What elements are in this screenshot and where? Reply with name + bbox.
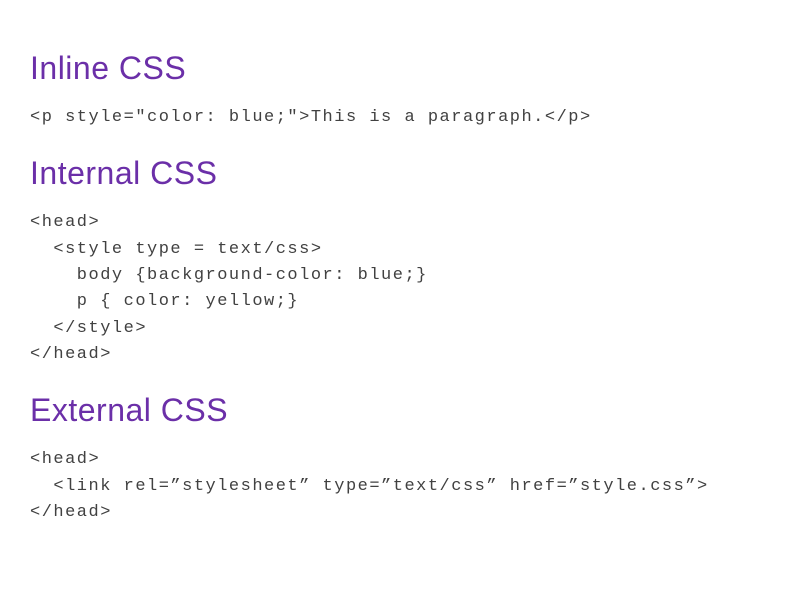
code-external-css: <head> <link rel=”stylesheet” type=”text…: [30, 447, 770, 526]
heading-external-css: External CSS: [30, 392, 770, 429]
heading-internal-css: Internal CSS: [30, 155, 770, 192]
code-inline-css: <p style="color: blue;">This is a paragr…: [30, 105, 770, 131]
heading-inline-css: Inline CSS: [30, 50, 770, 87]
code-internal-css: <head> <style type = text/css> body {bac…: [30, 210, 770, 368]
